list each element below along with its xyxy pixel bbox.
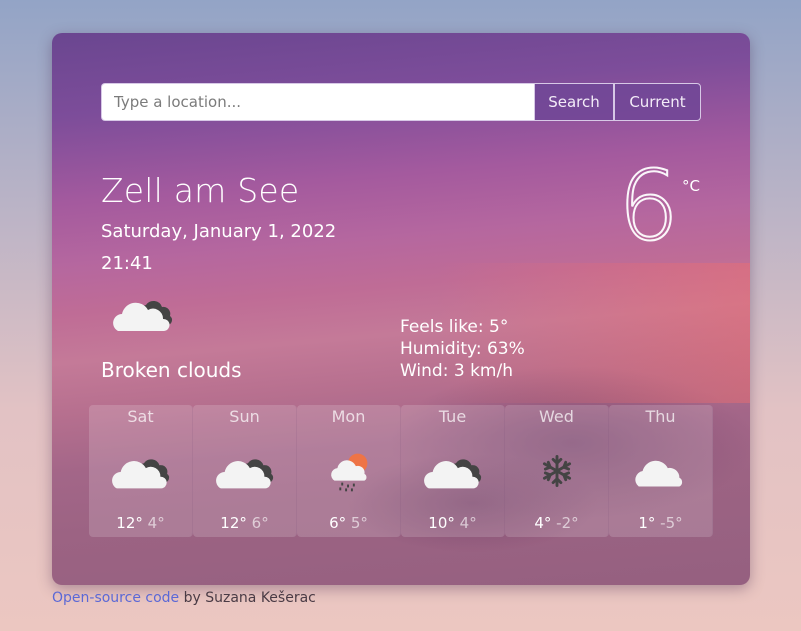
forecast-min: 6° [251, 514, 269, 532]
forecast-day-name: Sat [127, 407, 154, 426]
current-time: 21:41 [101, 253, 153, 274]
broken-clouds-icon [112, 459, 170, 489]
forecast-day: Tue 10° 4° [401, 405, 505, 537]
temperature-unit[interactable]: °C [682, 177, 700, 195]
broken-clouds-icon [424, 459, 482, 489]
forecast-max: 12° [116, 514, 143, 532]
forecast-min: -5° [660, 514, 683, 532]
weather-description: Broken clouds [101, 358, 242, 382]
forecast-max: 6° [329, 514, 347, 532]
snowflake-icon [542, 455, 572, 487]
forecast-day-name: Thu [645, 407, 676, 426]
broken-clouds-icon [216, 459, 274, 489]
weather-card: Search Current Zell am See Saturday, Jan… [52, 33, 750, 585]
forecast-day: Wed 4° -2° [505, 405, 609, 537]
current-date: Saturday, January 1, 2022 [101, 221, 337, 242]
footer: Open-source code by Suzana Kešerac [52, 590, 316, 606]
weather-details: Feels like: 5° Humidity: 63% Wind: 3 km/… [400, 316, 525, 382]
forecast-max: 1° [638, 514, 656, 532]
search-form: Search Current [101, 83, 701, 121]
forecast-day: Mon 6° 5° [297, 405, 401, 537]
search-button[interactable]: Search [534, 83, 614, 121]
broken-clouds-icon [113, 300, 173, 331]
footer-author: by Suzana Kešerac [179, 590, 316, 606]
rain-sun-icon [331, 453, 368, 492]
forecast-day-name: Tue [438, 407, 467, 426]
forecast-day: Thu 1° -5° [609, 405, 713, 537]
cloud-icon [635, 460, 683, 487]
forecast-temps: 1° -5° [609, 514, 712, 532]
forecast-day: Sat 12° 4° [89, 405, 193, 537]
forecast-day-name: Wed [539, 407, 574, 426]
feels-like: Feels like: 5° [400, 317, 509, 337]
open-source-link[interactable]: Open-source code [52, 590, 179, 606]
city-name: Zell am See [101, 171, 300, 210]
forecast-max: 10° [428, 514, 455, 532]
wind: Wind: 3 km/h [400, 361, 513, 381]
forecast-temps: 10° 4° [401, 514, 504, 532]
humidity: Humidity: 63% [400, 339, 525, 359]
location-search-input[interactable] [101, 83, 534, 121]
forecast-day-name: Sun [229, 407, 260, 426]
forecast-row: Sat 12° 4° Sun 12° 6° Mon 6° 5° Tue 10° … [89, 405, 713, 537]
forecast-min: 4° [147, 514, 165, 532]
current-temperature: 6 [617, 157, 680, 255]
forecast-max: 12° [220, 514, 247, 532]
forecast-temps: 12° 6° [193, 514, 296, 532]
forecast-min: 4° [459, 514, 477, 532]
forecast-temps: 6° 5° [297, 514, 400, 532]
forecast-temps: 12° 4° [89, 514, 192, 532]
forecast-min: 5° [350, 514, 368, 532]
forecast-temps: 4° -2° [505, 514, 608, 532]
forecast-min: -2° [556, 514, 579, 532]
forecast-day-name: Mon [331, 407, 366, 426]
forecast-max: 4° [534, 514, 552, 532]
forecast-day: Sun 12° 6° [193, 405, 297, 537]
current-location-button[interactable]: Current [614, 83, 701, 121]
temperature-value: 6 [617, 150, 680, 262]
